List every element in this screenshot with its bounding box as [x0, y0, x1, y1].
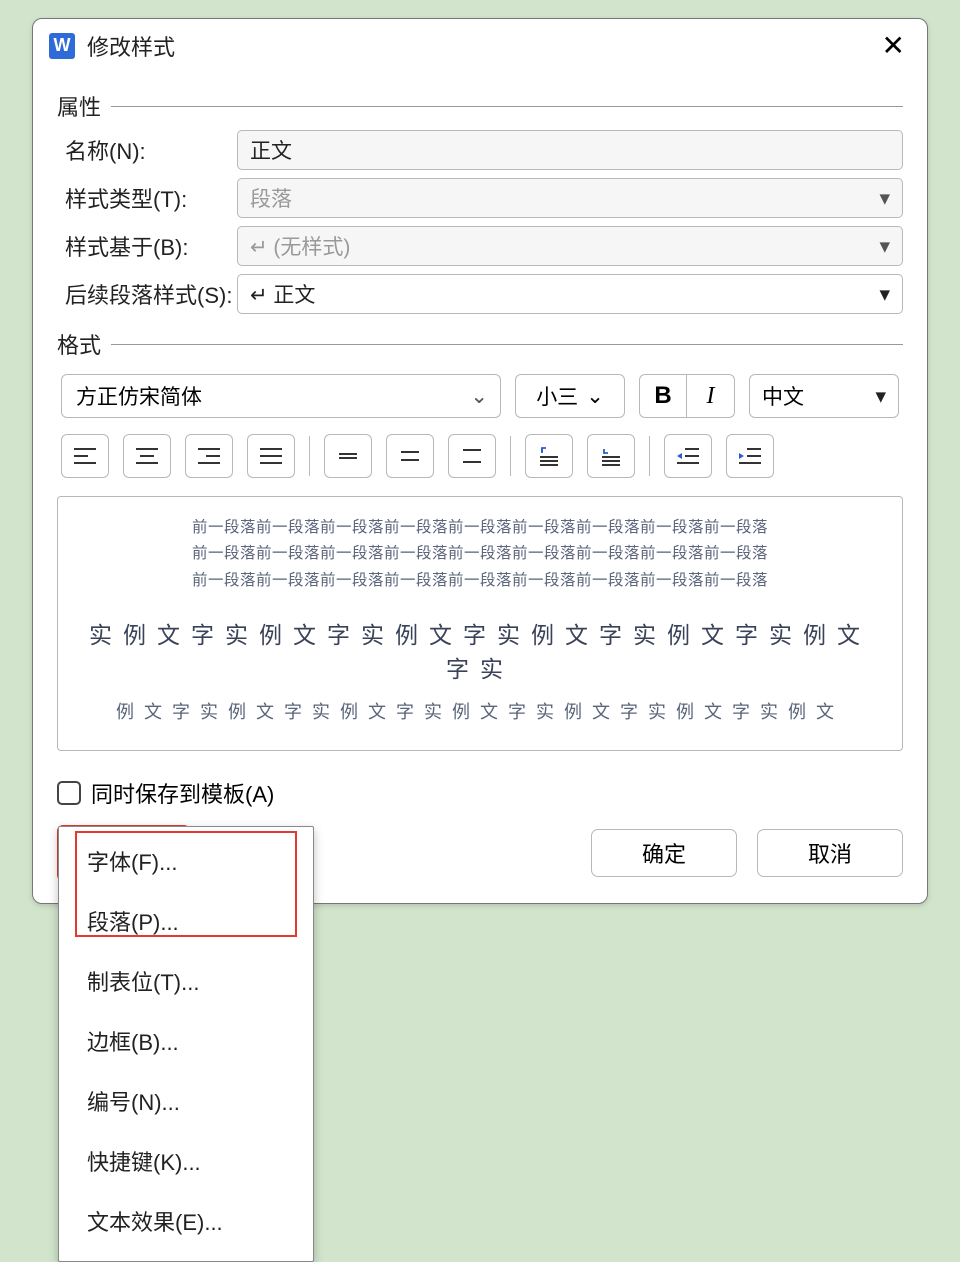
- separator: [649, 436, 650, 476]
- increase-indent-button[interactable]: [726, 434, 774, 478]
- bold-button[interactable]: B: [639, 374, 687, 418]
- chevron-down-icon: ⌄: [470, 384, 488, 409]
- line-spacing-normal-button[interactable]: [386, 434, 434, 478]
- chevron-down-icon: ▾: [879, 186, 890, 211]
- style-type-select: 段落 ▾: [237, 178, 903, 218]
- preview-context-line: 前一段落前一段落前一段落前一段落前一段落前一段落前一段落前一段落前一段落: [84, 515, 876, 541]
- align-justify-button[interactable]: [247, 434, 295, 478]
- preview-context-line: 前一段落前一段落前一段落前一段落前一段落前一段落前一段落前一段落前一段落: [84, 568, 876, 594]
- chevron-down-icon: ▾: [879, 282, 890, 307]
- font-name-select[interactable]: 方正仿宋简体 ⌄: [61, 374, 501, 418]
- ok-button[interactable]: 确定: [591, 829, 737, 877]
- line-spacing-tight-button[interactable]: [324, 434, 372, 478]
- based-on-value: ↵ (无样式): [250, 231, 350, 261]
- properties-section-label: 属性: [57, 90, 903, 122]
- align-right-button[interactable]: [185, 434, 233, 478]
- save-to-template-checkbox[interactable]: [57, 781, 81, 805]
- menu-item-tabs[interactable]: 制表位(T)...: [59, 951, 313, 1011]
- language-value: 中文: [762, 381, 804, 411]
- next-style-value: ↵ 正文: [250, 279, 315, 309]
- close-icon[interactable]: ✕: [876, 29, 911, 62]
- increase-space-before-button[interactable]: [525, 434, 573, 478]
- font-size-value: 小三: [536, 381, 578, 411]
- font-name-value: 方正仿宋简体: [76, 381, 202, 411]
- menu-item-paragraph[interactable]: 段落(P)...: [59, 891, 313, 951]
- dialog-title: 修改样式: [87, 30, 175, 62]
- menu-item-border[interactable]: 边框(B)...: [59, 1011, 313, 1071]
- menu-item-shortcut[interactable]: 快捷键(K)...: [59, 1131, 313, 1191]
- paragraph-toolbar: [57, 434, 903, 478]
- line-spacing-loose-button[interactable]: [448, 434, 496, 478]
- next-style-label: 后续段落样式(S):: [57, 278, 237, 310]
- preview-sample-text: 实例文字实例文字实例文字实例文字实例文字实例文字实: [84, 616, 876, 684]
- font-size-select[interactable]: 小三 ⌄: [515, 374, 625, 418]
- chevron-down-icon: ▾: [879, 234, 890, 259]
- separator: [510, 436, 511, 476]
- save-to-template-label: 同时保存到模板(A): [91, 777, 274, 809]
- preview-sample-text: 例文字实例文字实例文字实例文字实例文字实例文字实例文: [84, 698, 876, 724]
- app-icon: W: [49, 33, 75, 59]
- based-on-label: 样式基于(B):: [57, 230, 237, 262]
- align-center-button[interactable]: [123, 434, 171, 478]
- preview-context-line: 前一段落前一段落前一段落前一段落前一段落前一段落前一段落前一段落前一段落: [84, 541, 876, 567]
- cancel-button[interactable]: 取消: [757, 829, 903, 877]
- format-section-label: 格式: [57, 328, 903, 360]
- chevron-down-icon: ▾: [875, 384, 886, 409]
- modify-style-dialog: W 修改样式 ✕ 属性 名称(N): 正文 样式类型(T): 段落 ▾ 样式基于…: [32, 18, 928, 904]
- language-select[interactable]: 中文 ▾: [749, 374, 899, 418]
- separator: [309, 436, 310, 476]
- menu-item-font[interactable]: 字体(F)...: [59, 831, 313, 891]
- preview-pane: 前一段落前一段落前一段落前一段落前一段落前一段落前一段落前一段落前一段落 前一段…: [57, 496, 903, 751]
- name-label: 名称(N):: [57, 134, 237, 166]
- menu-item-text-effects[interactable]: 文本效果(E)...: [59, 1191, 313, 1251]
- decrease-indent-button[interactable]: [664, 434, 712, 478]
- next-style-select[interactable]: ↵ 正文 ▾: [237, 274, 903, 314]
- name-value: 正文: [250, 135, 292, 165]
- name-input[interactable]: 正文: [237, 130, 903, 170]
- decrease-space-before-button[interactable]: [587, 434, 635, 478]
- based-on-select[interactable]: ↵ (无样式) ▾: [237, 226, 903, 266]
- titlebar: W 修改样式 ✕: [33, 19, 927, 70]
- menu-item-numbering[interactable]: 编号(N)...: [59, 1071, 313, 1131]
- style-type-label: 样式类型(T):: [57, 182, 237, 214]
- align-left-button[interactable]: [61, 434, 109, 478]
- chevron-down-icon: ⌄: [586, 384, 604, 409]
- italic-button[interactable]: I: [687, 374, 735, 418]
- style-type-value: 段落: [250, 183, 292, 213]
- format-dropdown-menu: 字体(F)... 段落(P)... 制表位(T)... 边框(B)... 编号(…: [58, 826, 314, 1262]
